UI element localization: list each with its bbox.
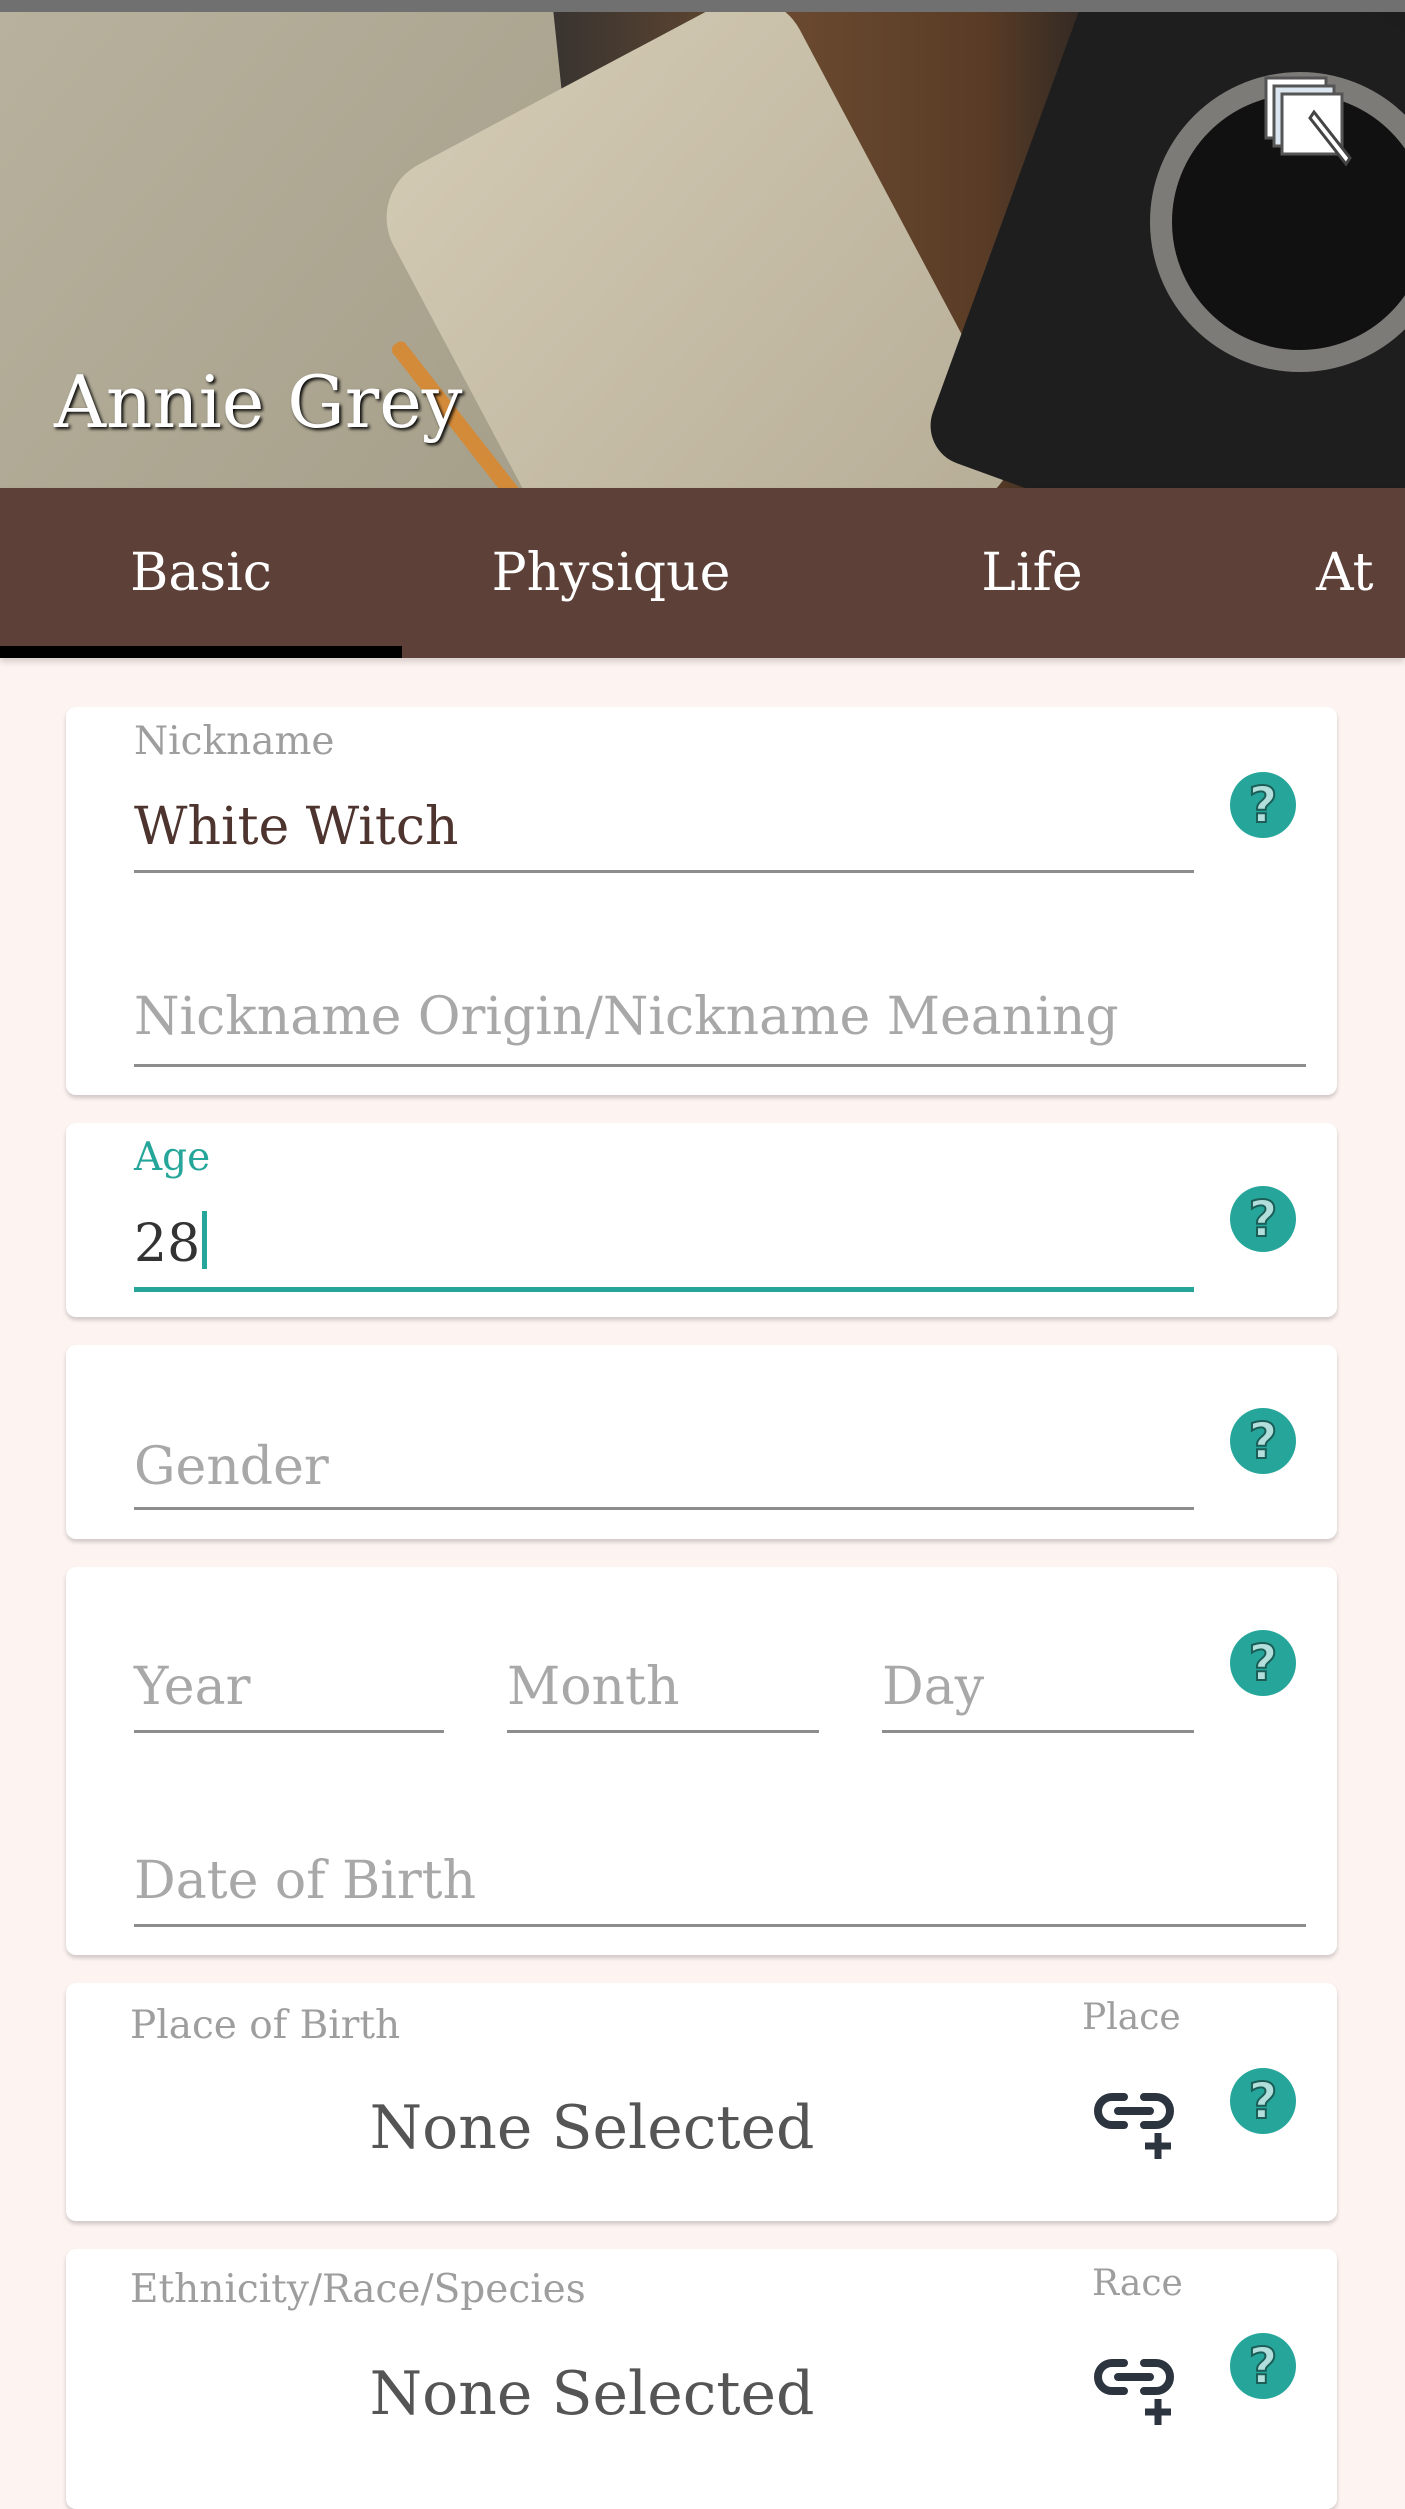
day-underline [882,1730,1194,1733]
place-of-birth-label: Place of Birth [130,2003,401,2048]
date-of-birth-underline [134,1924,1306,1927]
age-input[interactable]: 28 [134,1211,208,1274]
tab-bar: Basic Physique Life At [0,488,1405,658]
place-of-birth-card: Place of Birth Place None Selected ? [66,1983,1337,2221]
tab-attributes[interactable]: At [1316,488,1405,658]
help-icon[interactable]: ? [1230,1408,1296,1474]
race-link-label: Race [1092,2263,1183,2304]
help-icon[interactable]: ? [1230,1186,1296,1252]
help-icon[interactable]: ? [1230,772,1296,838]
status-bar [0,0,1405,12]
nickname-origin-underline [134,1064,1306,1067]
place-of-birth-value[interactable]: None Selected [192,2093,992,2163]
gender-input[interactable]: Gender [134,1437,329,1497]
nickname-origin-input[interactable]: Nickname Origin/Nickname Meaning [134,987,1119,1047]
help-icon[interactable]: ? [1230,2068,1296,2134]
help-icon[interactable]: ? [1230,1630,1296,1696]
header-image: Annie Grey [0,12,1405,488]
ethnicity-label: Ethnicity/Race/Species [130,2267,586,2312]
age-label: Age [134,1135,211,1180]
year-input[interactable]: Year [134,1657,250,1717]
day-input[interactable]: Day [882,1657,984,1717]
place-link-label: Place [1082,1997,1181,2038]
month-underline [507,1730,819,1733]
age-value: 28 [134,1214,201,1274]
age-underline-focused [134,1287,1194,1292]
link-add-icon[interactable] [1094,2349,1184,2429]
edit-pages-icon[interactable] [1262,74,1362,174]
date-of-birth-card: Year Month Day ? Date of Birth [66,1567,1337,1955]
ethnicity-card: Ethnicity/Race/Species Race None Selecte… [66,2249,1337,2509]
tab-physique[interactable]: Physique [401,488,821,658]
tab-basic[interactable]: Basic [0,488,411,658]
date-of-birth-input[interactable]: Date of Birth [134,1851,476,1911]
ethnicity-value[interactable]: None Selected [192,2359,992,2429]
nickname-label: Nickname [134,719,335,764]
gender-card: Gender ? [66,1345,1337,1539]
link-add-icon[interactable] [1094,2083,1184,2163]
tab-life[interactable]: Life [822,488,1242,658]
help-icon[interactable]: ? [1230,2333,1296,2399]
age-card: Age 28 ? [66,1123,1337,1317]
nickname-card: Nickname White Witch ? Nickname Origin/N… [66,707,1337,1095]
nickname-underline [134,870,1194,873]
month-input[interactable]: Month [507,1657,679,1717]
year-underline [134,1730,444,1733]
gender-underline [134,1507,1194,1510]
text-cursor [202,1211,208,1269]
character-name: Annie Grey [54,360,463,444]
nickname-input[interactable]: White Witch [134,797,458,857]
active-tab-indicator [0,646,402,658]
